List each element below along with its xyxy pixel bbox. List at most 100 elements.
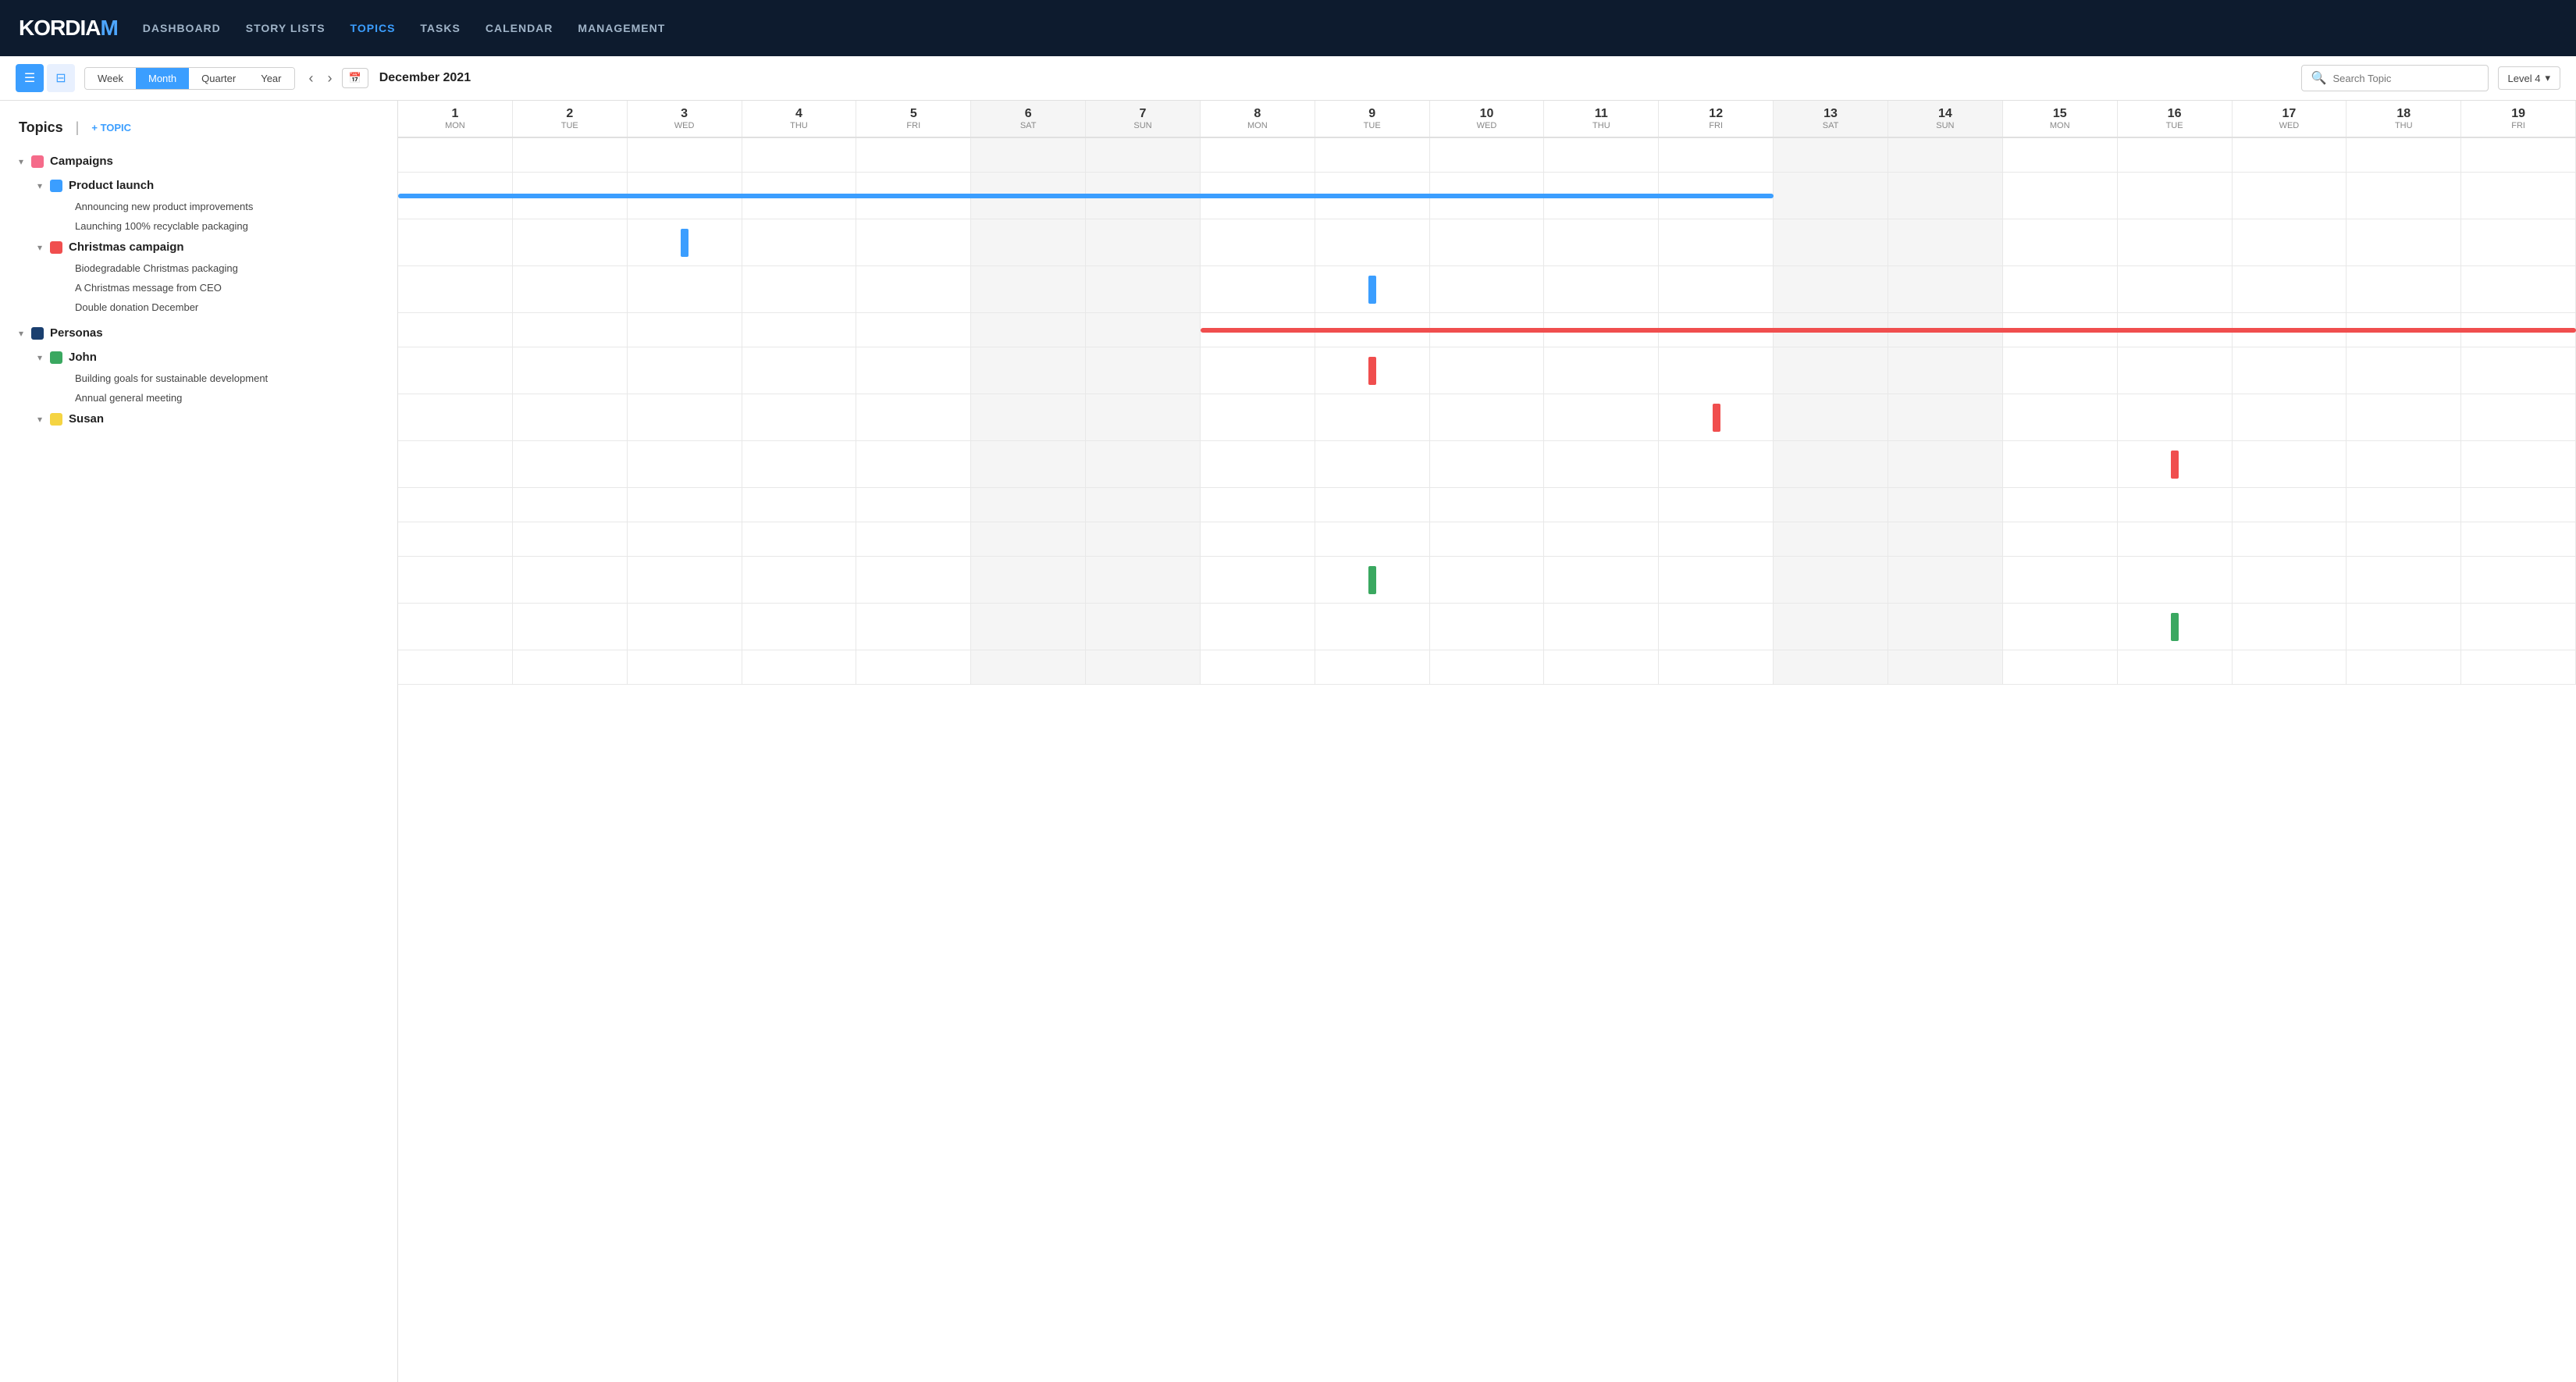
story-double-donation[interactable]: Double donation December: [19, 297, 397, 317]
cell-r3-d15: [2003, 266, 2118, 312]
period-quarter[interactable]: Quarter: [189, 68, 248, 89]
day-header-18: 18Thu: [2347, 101, 2461, 137]
product-launch-header[interactable]: ▾ Product launch: [19, 174, 397, 197]
cell-r9-d19: [2461, 522, 2576, 556]
cell-r4-d14: [1888, 313, 2003, 347]
view-list-button[interactable]: ☰: [16, 64, 44, 92]
cell-r1-d5: [856, 173, 971, 219]
nav-tasks[interactable]: TASKS: [420, 22, 460, 34]
cell-r10-d6: [971, 557, 1086, 603]
cell-r12-d3: [628, 650, 742, 684]
next-period-button[interactable]: ›: [323, 67, 337, 90]
cell-r2-d5: [856, 219, 971, 265]
cell-r8-d17: [2233, 488, 2347, 522]
personas-header[interactable]: ▾ Personas: [0, 320, 397, 346]
cell-r0-d2: [513, 138, 628, 172]
nav-calendar[interactable]: CALENDAR: [486, 22, 553, 34]
calendar-row-8: [398, 488, 2576, 522]
sidebar: Topics | + TOPIC ▾ Campaigns ▾ Product l…: [0, 101, 398, 1382]
day-header-14: 14Sun: [1888, 101, 2003, 137]
search-input[interactable]: [2332, 73, 2478, 84]
level-selector[interactable]: Level 4 ▾: [2498, 66, 2560, 90]
cell-r12-d16: [2118, 650, 2233, 684]
cell-r4-d8: [1201, 313, 1315, 347]
calendar-row-3: [398, 266, 2576, 313]
story-christmas-ceo[interactable]: A Christmas message from CEO: [19, 278, 397, 297]
period-week[interactable]: Week: [85, 68, 136, 89]
day-header-13: 13Sat: [1774, 101, 1888, 137]
story-annual-meeting[interactable]: Annual general meeting: [19, 388, 397, 408]
story-recyclable-packaging[interactable]: Launching 100% recyclable packaging: [19, 216, 397, 236]
susan-header[interactable]: ▾ Susan: [19, 408, 397, 430]
add-topic-button[interactable]: + TOPIC: [91, 122, 131, 134]
calendar-row-9: [398, 522, 2576, 557]
cell-r7-d9: [1315, 441, 1430, 487]
nav-dashboard[interactable]: DASHBOARD: [143, 22, 221, 34]
day-header-17: 17Wed: [2233, 101, 2347, 137]
cell-r3-d1: [398, 266, 513, 312]
cell-r3-d7: [1086, 266, 1201, 312]
day-header-6: 6Sat: [971, 101, 1086, 137]
view-toggle: ☰ ⊟: [16, 64, 75, 92]
john-header[interactable]: ▾ John: [19, 346, 397, 369]
cell-r11-d9: [1315, 604, 1430, 650]
period-year[interactable]: Year: [248, 68, 294, 89]
cell-r4-d16: [2118, 313, 2233, 347]
cell-r11-d11: [1544, 604, 1659, 650]
cell-r1-d9: [1315, 173, 1430, 219]
cell-r5-d5: [856, 347, 971, 394]
cell-r9-d1: [398, 522, 513, 556]
prev-period-button[interactable]: ‹: [304, 67, 318, 90]
cell-r2-d12: [1659, 219, 1774, 265]
view-grid-button[interactable]: ⊟: [47, 64, 75, 92]
christmas-campaign-header[interactable]: ▾ Christmas campaign: [19, 236, 397, 258]
cell-r8-d8: [1201, 488, 1315, 522]
cell-r2-d7: [1086, 219, 1201, 265]
cell-r3-d2: [513, 266, 628, 312]
cell-r6-d2: [513, 394, 628, 440]
cell-r1-d8: [1201, 173, 1315, 219]
story-biodegradable-christmas[interactable]: Biodegradable Christmas packaging: [19, 258, 397, 278]
cell-r1-d12: [1659, 173, 1774, 219]
navigation: KORDIAM DASHBOARD STORY LISTS TOPICS TAS…: [0, 0, 2576, 56]
cell-r1-d13: [1774, 173, 1888, 219]
search-box[interactable]: 🔍: [2301, 65, 2489, 91]
cell-r10-d1: [398, 557, 513, 603]
cell-r12-d13: [1774, 650, 1888, 684]
cell-r8-d3: [628, 488, 742, 522]
campaigns-header[interactable]: ▾ Campaigns: [0, 148, 397, 174]
cell-r7-d2: [513, 441, 628, 487]
cell-r12-d15: [2003, 650, 2118, 684]
cell-r3-d6: [971, 266, 1086, 312]
cell-r2-d4: [742, 219, 857, 265]
nav-management[interactable]: MANAGEMENT: [578, 22, 665, 34]
cell-r0-d15: [2003, 138, 2118, 172]
nav-story-lists[interactable]: STORY LISTS: [246, 22, 326, 34]
cell-r12-d18: [2347, 650, 2461, 684]
cell-r3-d16: [2118, 266, 2233, 312]
cell-r2-d8: [1201, 219, 1315, 265]
cell-r7-d6: [971, 441, 1086, 487]
cell-r4-d19: [2461, 313, 2576, 347]
period-month[interactable]: Month: [136, 68, 189, 89]
john-chevron: ▾: [37, 352, 42, 363]
cell-r4-d12: [1659, 313, 1774, 347]
story-announcing-improvements[interactable]: Announcing new product improvements: [19, 197, 397, 216]
story-building-goals[interactable]: Building goals for sustainable developme…: [19, 369, 397, 388]
cell-r5-d12: [1659, 347, 1774, 394]
cell-r11-d12: [1659, 604, 1774, 650]
cell-r3-d3: [628, 266, 742, 312]
cell-r12-d5: [856, 650, 971, 684]
personas-chevron: ▾: [19, 328, 23, 339]
cell-r4-d3: [628, 313, 742, 347]
nav-topics[interactable]: TOPICS: [350, 22, 396, 34]
cell-r1-d2: [513, 173, 628, 219]
cell-r12-d17: [2233, 650, 2347, 684]
cell-r0-d13: [1774, 138, 1888, 172]
cell-r5-d16: [2118, 347, 2233, 394]
today-button[interactable]: 📅: [342, 68, 368, 88]
calendar-row-2: [398, 219, 2576, 266]
cell-r12-d14: [1888, 650, 2003, 684]
toolbar: ☰ ⊟ Week Month Quarter Year ‹ › 📅 Decemb…: [0, 56, 2576, 101]
cell-r10-d2: [513, 557, 628, 603]
